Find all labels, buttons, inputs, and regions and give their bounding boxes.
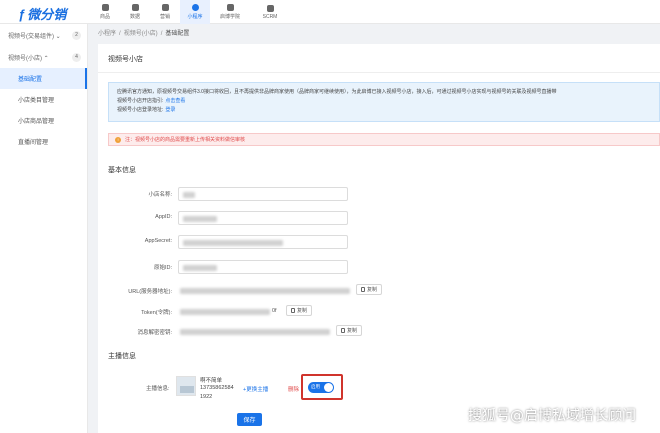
masked-value	[180, 288, 350, 294]
token-suffix: 0f	[272, 308, 277, 314]
change-streamer-link[interactable]: +更换主播	[243, 385, 268, 393]
academy-icon	[226, 4, 234, 11]
nav-goods[interactable]: 商品	[90, 0, 120, 24]
toggle-label: 启用	[311, 384, 320, 389]
streamer-name: 啊不简单	[200, 378, 223, 384]
chevron-down-icon: ⌄	[55, 33, 61, 40]
nav-miniprogram[interactable]: 小程序	[180, 0, 210, 24]
shop-name-input[interactable]	[178, 187, 348, 201]
field-label: 小店名称:	[148, 192, 172, 198]
divider	[98, 72, 660, 73]
copy-token-button[interactable]: 复制	[286, 305, 313, 316]
appsecret-input[interactable]	[178, 235, 348, 249]
notice-text: 应腾讯官方通知，原视频号交易组件3.0接口将收回，且不再提供非品牌商家使用（品牌…	[117, 89, 557, 95]
masked-value	[180, 309, 270, 315]
nav-label: 数据	[129, 14, 140, 20]
field-label: 原始ID:	[153, 265, 172, 271]
form-row-aes-key: 消息解密密钥: 复制	[98, 325, 660, 339]
logo-text: 微分销	[27, 7, 67, 22]
logo-icon: ƒ	[18, 7, 26, 22]
sidebar-item-products[interactable]: 小店商品管理	[0, 110, 87, 131]
nav-label: 商品	[99, 14, 110, 20]
sidebar-group-label: 视频号(交易组件) ⌄	[8, 33, 61, 40]
enable-toggle[interactable]: 启用	[308, 382, 334, 393]
sidebar-group-trade-component[interactable]: 视频号(交易组件) ⌄ 2	[0, 24, 87, 46]
logo[interactable]: ƒ 微分销	[18, 4, 66, 23]
copy-icon	[341, 328, 345, 333]
scrm-icon	[266, 4, 274, 12]
sidebar: 视频号(交易组件) ⌄ 2 视频号(小店) ⌃ 4 基础配置 小店类目管理 小店…	[0, 24, 88, 433]
nav-label: SCRM	[262, 13, 278, 20]
sidebar-item-category[interactable]: 小店类目管理	[0, 89, 87, 110]
form-row-appsecret: AppSecret:	[98, 235, 660, 249]
warning-text: 注：视频号小店的商品需要重新上传相关资料做信审核	[125, 137, 246, 143]
sidebar-item-live-room[interactable]: 直播间管理	[0, 131, 87, 152]
nav-data[interactable]: 数据	[120, 0, 150, 24]
field-label: AppSecret:	[144, 238, 172, 244]
breadcrumb-current: 基础配置	[165, 31, 190, 37]
sidebar-group-shop[interactable]: 视频号(小店) ⌃ 4	[0, 46, 87, 68]
masked-value	[183, 265, 217, 271]
data-icon	[131, 4, 139, 11]
copy-url-button[interactable]: 复制	[356, 284, 383, 295]
page-title: 视频号小店	[108, 56, 143, 63]
masked-value	[183, 240, 283, 246]
watermark: 搜狐号@启博私域增长顾问	[468, 408, 636, 424]
sidebar-group-label: 视频号(小店) ⌃	[8, 55, 49, 62]
nav-label: 营销	[159, 14, 170, 20]
form-row-original-id: 原始ID:	[98, 260, 660, 274]
field-label: Token(令牌):	[141, 310, 172, 316]
warning-icon: !	[115, 136, 121, 143]
masked-value	[180, 329, 330, 335]
top-nav: 商品 数据 营销 小程序 启博学院 SCRM	[90, 0, 290, 24]
original-id-input[interactable]	[178, 260, 348, 274]
toggle-knob	[324, 383, 333, 392]
appid-input[interactable]	[178, 211, 348, 225]
nav-label: 小程序	[187, 14, 203, 20]
field-label: URL(服务器地址):	[128, 289, 172, 295]
breadcrumb-item[interactable]: 小程序	[98, 31, 116, 37]
breadcrumb: 小程序 / 视频号(小店) / 基础配置	[98, 31, 190, 37]
delete-streamer-link[interactable]: 删除	[288, 385, 299, 393]
form-row-appid: AppID:	[98, 211, 660, 225]
top-bar: ƒ 微分销 商品 数据 营销 小程序 启博学院 SCRM	[0, 0, 660, 24]
nav-label: 启博学院	[219, 14, 240, 20]
streamer-label: 主播信息:	[146, 386, 170, 392]
sidebar-count-badge: 2	[72, 30, 81, 40]
goods-icon	[101, 4, 109, 11]
breadcrumb-item[interactable]: 视频号(小店)	[124, 31, 158, 37]
streamer-avatar	[176, 376, 196, 396]
streamer-phone: 13735862584	[200, 385, 234, 391]
notice-login: 视频号小店登录地址: 登录	[117, 107, 176, 113]
sidebar-count-badge: 4	[72, 52, 81, 62]
form-row-token: Token(令牌): 0f 复制	[98, 305, 660, 319]
section-streamer-info: 主播信息	[108, 353, 136, 360]
marketing-icon	[161, 4, 169, 11]
main-panel: 视频号小店 应腾讯官方通知，原视频号交易组件3.0接口将收回，且不再提供非品牌商…	[98, 44, 660, 433]
form-row-url: URL(服务器地址): 复制	[98, 284, 660, 298]
sidebar-item-basic-config[interactable]: 基础配置	[0, 68, 87, 89]
miniprogram-icon	[191, 4, 199, 11]
notice-guide: 视频号小店开店指引: 点击查看	[117, 98, 186, 104]
nav-scrm[interactable]: SCRM	[250, 0, 290, 24]
app-root: ƒ 微分销 商品 数据 营销 小程序 启博学院 SCRM 视频号(交易组件) ⌄ …	[0, 0, 660, 433]
field-label: AppID:	[155, 214, 172, 220]
nav-academy[interactable]: 启博学院	[210, 0, 250, 24]
chevron-up-icon: ⌃	[43, 55, 49, 62]
streamer-phone-suffix: 1922	[200, 394, 213, 400]
section-basic-info: 基本信息	[108, 167, 136, 174]
field-label: 消息解密密钥:	[137, 330, 172, 336]
masked-value	[183, 216, 217, 222]
info-notice: 应腾讯官方通知，原视频号交易组件3.0接口将收回，且不再提供非品牌商家使用（品牌…	[108, 82, 660, 122]
copy-icon	[291, 308, 295, 313]
warning-alert: ! 注：视频号小店的商品需要重新上传相关资料做信审核	[108, 133, 660, 146]
copy-icon	[361, 287, 365, 292]
login-link[interactable]: 登录	[165, 107, 175, 113]
masked-value	[183, 192, 195, 198]
save-button[interactable]: 保存	[237, 413, 262, 426]
guide-link[interactable]: 点击查看	[165, 98, 185, 104]
nav-marketing[interactable]: 营销	[150, 0, 180, 24]
copy-aes-key-button[interactable]: 复制	[336, 325, 363, 336]
form-row-shop-name: 小店名称:	[98, 187, 660, 201]
